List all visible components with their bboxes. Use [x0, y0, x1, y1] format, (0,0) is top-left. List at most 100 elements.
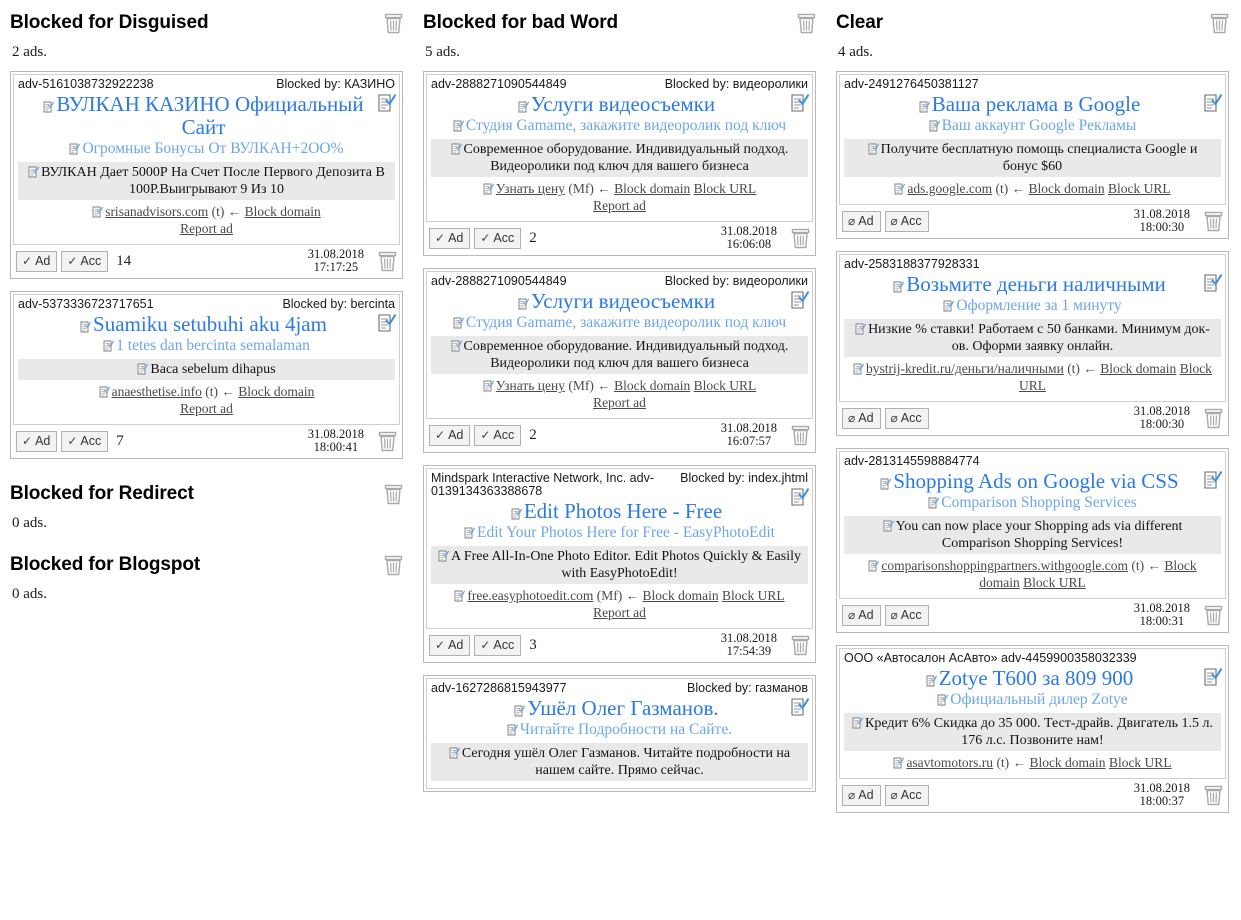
report-ad-link[interactable]: Report ad: [180, 401, 233, 416]
delete-ad-trash-icon[interactable]: [378, 251, 397, 272]
delete-ad-trash-icon[interactable]: [791, 228, 810, 249]
ad-card-footer: ✓ Ad ✓ Acc 7 31.08.2018 18:00:41: [13, 425, 400, 456]
toggle-ad-button[interactable]: ⌀ Ad: [842, 210, 881, 232]
ad-card-header: ООО «Автосалон АсАвто» adv-4459900358032…: [844, 652, 1221, 665]
ad-domain-link[interactable]: Узнать цену: [496, 181, 565, 196]
block-domain-link[interactable]: Block domain: [1028, 181, 1104, 196]
section-ad-count: 2 ads.: [12, 44, 47, 60]
delete-ad-trash-icon[interactable]: [378, 431, 397, 452]
ad-card-header: adv-5161038732922238 Blocked by: КАЗИНО: [18, 78, 395, 91]
section-clear-all-trash-icon[interactable]: [384, 484, 403, 505]
ad-timestamp: 31.08.2018 16:06:08: [720, 224, 777, 251]
note-icon: [43, 101, 55, 113]
ad-domain-link[interactable]: comparisonshoppingpartners.withgoogle.co…: [881, 558, 1128, 573]
note-with-check-icon[interactable]: [790, 93, 810, 113]
toggle-ad-button[interactable]: ✓ Ad: [429, 634, 471, 656]
section-clear-all-trash-icon[interactable]: [1210, 13, 1229, 34]
section-clear-all-trash-icon[interactable]: [384, 13, 403, 34]
ad-card-body: adv-5161038732922238 Blocked by: КАЗИНО ВУ…: [13, 74, 400, 245]
ad-description: Современное оборудование. Индивидуальный…: [431, 336, 808, 374]
block-url-link[interactable]: Block URL: [694, 181, 757, 196]
note-icon: [103, 340, 115, 352]
block-domain-link[interactable]: Block domain: [1029, 755, 1105, 770]
toggle-acc-button[interactable]: ⌀ Acc: [884, 604, 929, 626]
toggle-ad-button[interactable]: ⌀ Ad: [842, 604, 881, 626]
note-with-check-icon[interactable]: [1203, 470, 1223, 490]
report-ad-link[interactable]: Report ad: [593, 395, 646, 410]
ad-domain-link[interactable]: free.easyphotoedit.com: [467, 588, 593, 603]
note-with-check-icon[interactable]: [790, 487, 810, 507]
toggle-ad-button[interactable]: ✓ Ad: [16, 430, 58, 452]
ad-description-text: Современное оборудование. Индивидуальный…: [463, 142, 789, 174]
toggle-ad-button[interactable]: ⌀ Ad: [842, 784, 881, 806]
ad-domain-link[interactable]: asavtomotors.ru: [906, 755, 993, 770]
ad-timestamp: 31.08.2018 18:00:30: [1133, 404, 1190, 431]
delete-ad-trash-icon[interactable]: [1204, 408, 1223, 429]
ad-description: Сегодня ушёл Олег Газманов. Читайте подр…: [431, 743, 808, 781]
note-icon: [449, 747, 460, 759]
section-clear-all-trash-icon[interactable]: [797, 13, 816, 34]
blocked-by-label: Blocked by: видеоролики: [664, 274, 808, 288]
report-ad-link[interactable]: Report ad: [180, 221, 233, 236]
ad-description: You can now place your Shopping ads via …: [844, 516, 1221, 554]
toggle-acc-button[interactable]: ✓ Acc: [474, 227, 522, 249]
toggle-acc-button[interactable]: ⌀ Acc: [884, 407, 929, 429]
note-with-check-icon[interactable]: [377, 313, 397, 333]
block-url-link[interactable]: Block URL: [1023, 575, 1086, 590]
toggle-acc-button[interactable]: ⌀ Acc: [884, 784, 929, 806]
note-with-check-icon[interactable]: [1203, 273, 1223, 293]
toggle-ad-button[interactable]: ✓ Ad: [429, 227, 471, 249]
ad-card: adv-5373336723717651 Blocked by: bercinta…: [10, 291, 403, 459]
report-ad-link[interactable]: Report ad: [593, 605, 646, 620]
delete-ad-trash-icon[interactable]: [791, 635, 810, 656]
toggle-acc-button[interactable]: ✓ Acc: [61, 430, 109, 452]
note-with-check-icon[interactable]: [1203, 667, 1223, 687]
block-url-link[interactable]: Block URL: [1109, 755, 1172, 770]
toggle-acc-button[interactable]: ✓ Acc: [474, 424, 522, 446]
block-domain-link[interactable]: Block domain: [642, 588, 718, 603]
toggle-ad-button[interactable]: ✓ Ad: [16, 250, 58, 272]
ad-domain-link[interactable]: anaesthetise.info: [112, 384, 202, 399]
block-url-link[interactable]: Block URL: [694, 378, 757, 393]
advertiser-id: adv-2888271090544849: [431, 274, 567, 288]
block-domain-link[interactable]: Block domain: [614, 181, 690, 196]
ad-subtitle: Читайте Подробности на Сайте.: [431, 720, 808, 741]
note-with-check-icon[interactable]: [790, 290, 810, 310]
delete-ad-trash-icon[interactable]: [1204, 605, 1223, 626]
toggle-acc-button[interactable]: ✓ Acc: [61, 250, 109, 272]
advertiser-id: adv-2491276450381127: [844, 77, 979, 91]
blocked-by-label: Blocked by: index.jhtml: [680, 471, 808, 485]
note-with-check-icon[interactable]: [377, 93, 397, 113]
block-icon: ⌀: [890, 410, 898, 425]
ad-description-text: Низкие % ставки! Работаем с 50 банками. …: [868, 322, 1210, 354]
ad-card: adv-2888271090544849 Blocked by: видеорол…: [423, 268, 816, 453]
ad-card: adv-2813145598884774 Shopping Ads on Goog…: [836, 448, 1229, 633]
note-with-check-icon[interactable]: [1203, 93, 1223, 113]
block-url-link[interactable]: Block URL: [722, 588, 785, 603]
block-domain-link[interactable]: Block domain: [1100, 361, 1176, 376]
toggle-ad-button[interactable]: ✓ Ad: [429, 424, 471, 446]
block-domain-link[interactable]: Block domain: [238, 384, 314, 399]
block-domain-link[interactable]: Block domain: [245, 204, 321, 219]
toggle-ad-button[interactable]: ⌀ Ad: [842, 407, 881, 429]
toggle-acc-button[interactable]: ⌀ Acc: [884, 210, 929, 232]
block-url-link[interactable]: Block URL: [1108, 181, 1171, 196]
ad-domain-link[interactable]: ads.google.com: [907, 181, 992, 196]
advertiser-id: adv-2888271090544849: [431, 77, 567, 91]
ad-domain-link[interactable]: Узнать цену: [496, 378, 565, 393]
delete-ad-trash-icon[interactable]: [791, 425, 810, 446]
block-icon: ⌀: [890, 607, 898, 622]
ad-links-row: anaesthetise.info (t) ← Block domain Repo…: [18, 382, 395, 419]
ad-domain-link[interactable]: srisanadvisors.com: [105, 204, 208, 219]
ad-title: ВУЛКАН КАЗИНО Официальный Сайт: [18, 91, 395, 139]
delete-ad-trash-icon[interactable]: [1204, 211, 1223, 232]
toggle-acc-button[interactable]: ✓ Acc: [474, 634, 522, 656]
ad-domain-link[interactable]: bystrij-kredit.ru/деньги/наличными: [866, 361, 1064, 376]
block-domain-link[interactable]: Block domain: [614, 378, 690, 393]
delete-ad-trash-icon[interactable]: [1204, 785, 1223, 806]
note-icon: [92, 206, 104, 218]
toggle-ad-label: Ad: [448, 637, 464, 652]
report-ad-link[interactable]: Report ad: [593, 198, 646, 213]
section-clear-all-trash-icon[interactable]: [384, 555, 403, 576]
note-with-check-icon[interactable]: [790, 697, 810, 717]
